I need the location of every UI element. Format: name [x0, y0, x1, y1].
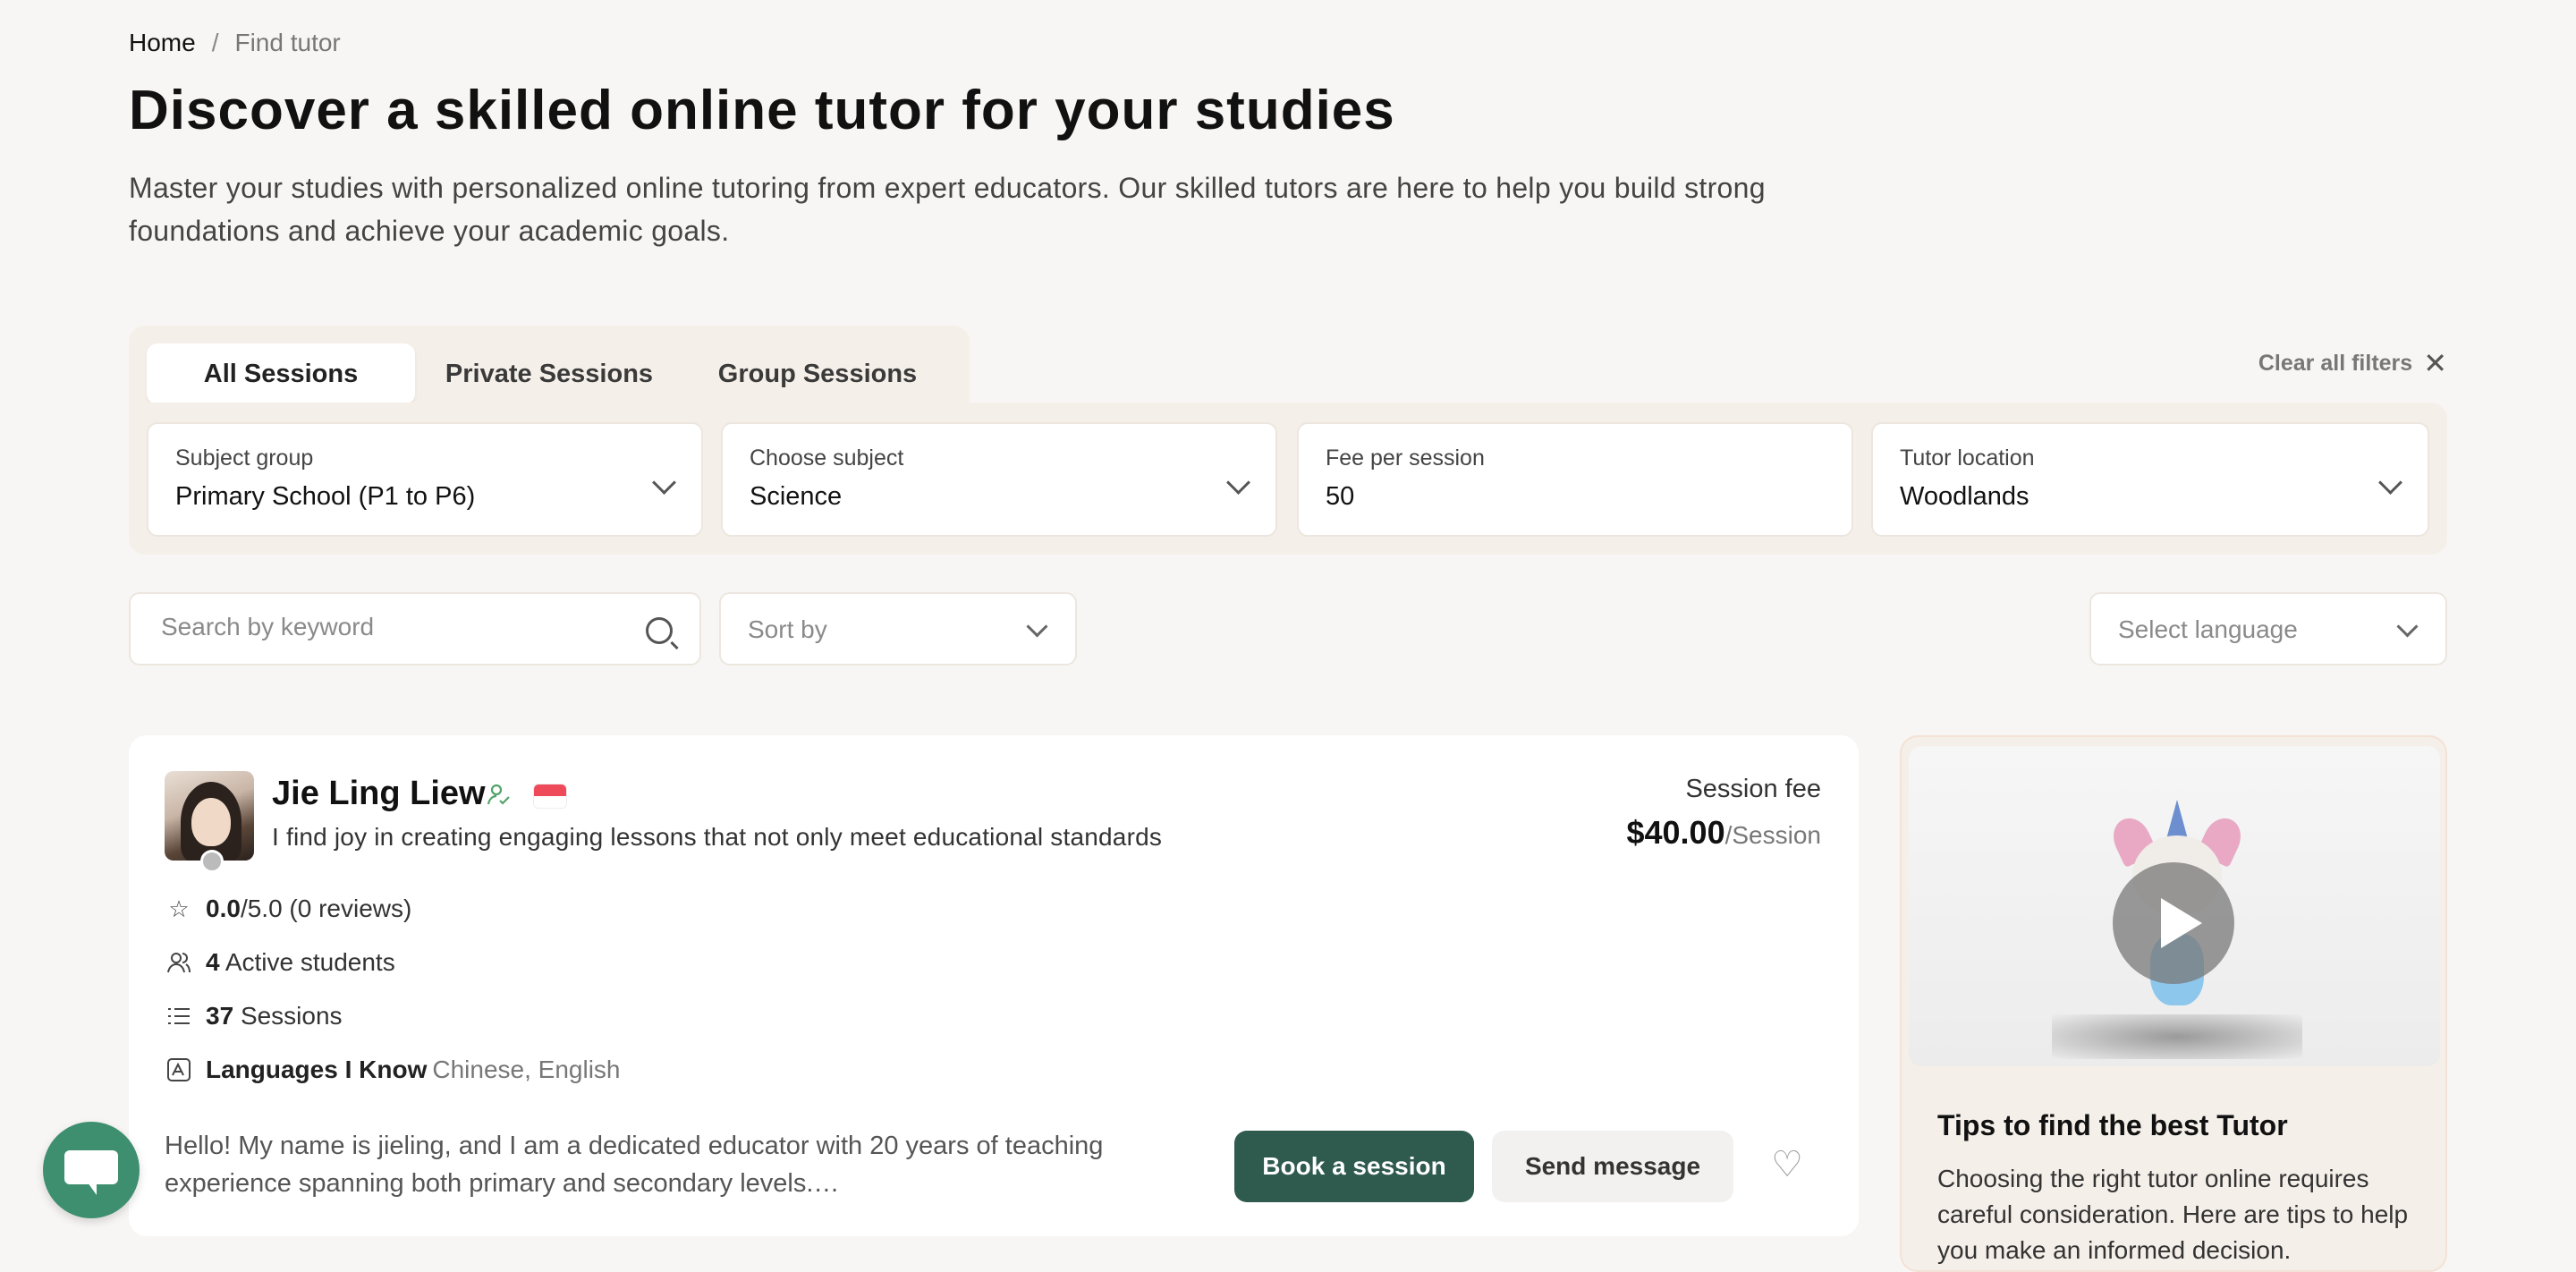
session-fee-label: Session fee: [1685, 775, 1821, 803]
flag-white-stripe: [534, 796, 566, 808]
session-tabs-container: All Sessions Private Sessions Group Sess…: [129, 326, 970, 406]
avatar-face: [191, 798, 231, 846]
sessions-stat: 37 Sessions: [165, 1002, 343, 1030]
chat-icon: [64, 1150, 118, 1195]
chevron-down-icon: [2396, 615, 2419, 638]
students-label: Active students: [225, 948, 395, 976]
breadcrumb: Home / Find tutor: [129, 29, 341, 57]
play-icon[interactable]: [2113, 862, 2234, 984]
fee-per-session-input[interactable]: Fee per session 50: [1297, 422, 1853, 537]
location-label: Tutor location: [1900, 445, 2035, 471]
send-message-button[interactable]: Send message: [1492, 1131, 1733, 1202]
tab-all-sessions[interactable]: All Sessions: [147, 343, 415, 404]
verified-user-icon: [487, 782, 512, 807]
fee-amount: $40.00: [1626, 814, 1725, 851]
session-fee-value: $40.00/Session: [1626, 814, 1821, 852]
session-tabs: All Sessions Private Sessions Group Sess…: [147, 343, 952, 404]
search-icon[interactable]: [646, 617, 673, 644]
tutor-card: Jie Ling Liew I find joy in creating eng…: [129, 735, 1859, 1236]
subject-select[interactable]: Choose subject Science: [721, 422, 1277, 537]
students-text: 4 Active students: [206, 948, 395, 977]
sort-placeholder: Sort by: [748, 615, 827, 643]
sessions-label: Sessions: [240, 1002, 343, 1030]
languages-text: Languages I Know Chinese, English: [206, 1056, 620, 1084]
fee-label: Fee per session: [1326, 445, 1485, 471]
search-box: [129, 592, 701, 666]
online-status-indicator: [200, 850, 224, 873]
students-stat: 4 Active students: [165, 948, 395, 977]
page-title: Discover a skilled online tutor for your…: [129, 80, 1395, 141]
location-value: Woodlands: [1900, 482, 2029, 511]
unicorn-horn: [2166, 800, 2188, 839]
rating-text: 0.0/5.0 (0 reviews): [206, 895, 411, 923]
subject-value: Science: [750, 482, 843, 511]
breadcrumb-current: Find tutor: [234, 29, 341, 56]
filter-panel: Subject group Primary School (P1 to P6) …: [129, 403, 2447, 555]
tab-private-sessions[interactable]: Private Sessions: [415, 343, 683, 404]
language-select[interactable]: Select language: [2089, 592, 2447, 666]
tutor-tagline: I find joy in creating engaging lessons …: [272, 823, 1163, 851]
avatar[interactable]: [165, 771, 254, 861]
singapore-flag-icon: [533, 784, 567, 809]
rating-value: 0.0: [206, 895, 241, 922]
close-icon: ✕: [2423, 347, 2447, 379]
breadcrumb-home-link[interactable]: Home: [129, 29, 196, 57]
tutor-location-select[interactable]: Tutor location Woodlands: [1871, 422, 2429, 537]
fee-unit: /Session: [1724, 821, 1821, 849]
tab-group-sessions[interactable]: Group Sessions: [683, 343, 952, 404]
users-icon: [165, 948, 193, 977]
languages-label: Languages I Know: [206, 1056, 428, 1083]
languages-stat: Languages I Know Chinese, English: [165, 1056, 620, 1084]
star-icon: ☆: [168, 895, 190, 922]
book-session-button[interactable]: Book a session: [1234, 1131, 1474, 1202]
fee-value: 50: [1326, 482, 1355, 511]
students-count: 4: [206, 948, 220, 976]
tips-panel: Tips to find the best Tutor Choosing the…: [1900, 735, 2447, 1272]
subject-group-select[interactable]: Subject group Primary School (P1 to P6): [147, 422, 703, 537]
clear-filters-label: Clear all filters: [2258, 350, 2413, 376]
heart-icon[interactable]: ♡: [1767, 1145, 1807, 1184]
tips-text: Choosing the right tutor online requires…: [1937, 1165, 2409, 1264]
flag-red-stripe: [534, 784, 566, 796]
clear-filters-button[interactable]: Clear all filters ✕: [2258, 349, 2447, 377]
language-placeholder: Select language: [2118, 615, 2298, 643]
tutor-name[interactable]: Jie Ling Liew: [272, 775, 486, 813]
languages-value: Chinese, English: [432, 1056, 621, 1083]
chat-button[interactable]: [43, 1122, 140, 1218]
tutor-bio: Hello! My name is jieling, and I am a de…: [165, 1132, 1104, 1198]
rating-rest: /5.0 (0 reviews): [240, 895, 412, 922]
tips-title: Tips to find the best Tutor: [1937, 1109, 2288, 1141]
sort-select[interactable]: Sort by: [719, 592, 1077, 666]
page-subtitle: Master your studies with personalized on…: [129, 172, 1766, 247]
page: Home / Find tutor Discover a skilled onl…: [0, 0, 2576, 1272]
subject-label: Choose subject: [750, 445, 904, 471]
rating-stat: ☆ 0.0/5.0 (0 reviews): [165, 895, 411, 923]
tips-video[interactable]: [1909, 746, 2440, 1066]
breadcrumb-separator: /: [211, 29, 219, 56]
chevron-down-icon: [1026, 615, 1048, 638]
list-icon: [165, 1002, 193, 1030]
sessions-count: 37: [206, 1002, 234, 1030]
subject-group-value: Primary School (P1 to P6): [175, 482, 476, 511]
sessions-text: 37 Sessions: [206, 1002, 343, 1030]
language-icon: [165, 1056, 193, 1084]
search-input[interactable]: [159, 612, 610, 642]
subject-group-label: Subject group: [175, 445, 314, 471]
